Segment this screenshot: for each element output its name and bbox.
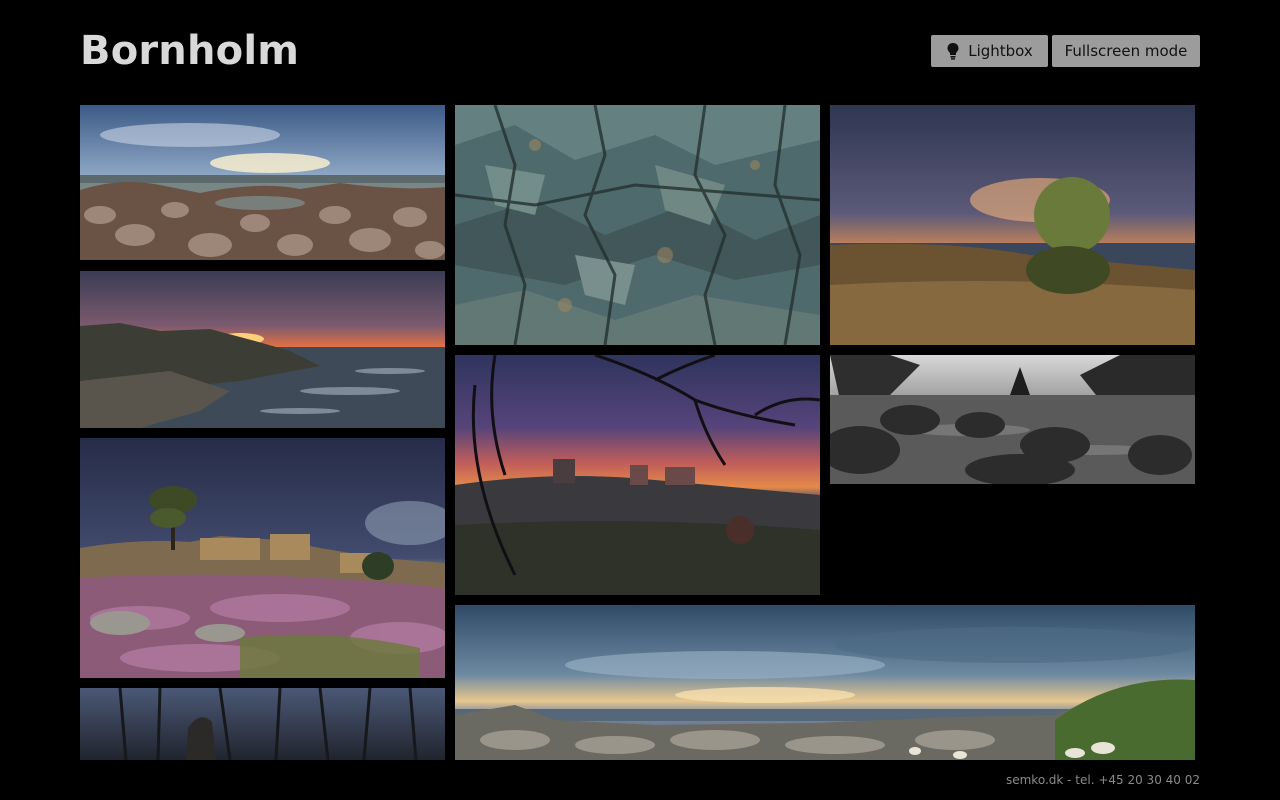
photo-forest-standing-stone[interactable] — [80, 688, 445, 760]
lightbox-button[interactable]: Lightbox — [931, 35, 1048, 67]
photo-tree-heath-sunset[interactable] — [830, 105, 1195, 345]
lightbulb-icon — [946, 42, 960, 60]
photo-granite-rock-texture[interactable] — [455, 105, 820, 345]
photo-castle-ruins-twilight[interactable] — [455, 355, 820, 595]
photo-sea-panorama-dusk[interactable] — [455, 605, 1195, 760]
lightbox-label: Lightbox — [968, 42, 1033, 60]
fullscreen-button[interactable]: Fullscreen mode — [1052, 35, 1200, 67]
photo-rocky-coast-sunset[interactable] — [80, 105, 445, 260]
photo-bw-rock-stream[interactable] — [830, 355, 1195, 484]
page-title: Bornholm — [80, 28, 300, 74]
photo-tree-heather-rocks[interactable] — [80, 438, 445, 678]
footer-contact: semko.dk - tel. +45 20 30 40 02 — [1005, 773, 1200, 787]
photo-coastline-sunset[interactable] — [80, 271, 445, 428]
